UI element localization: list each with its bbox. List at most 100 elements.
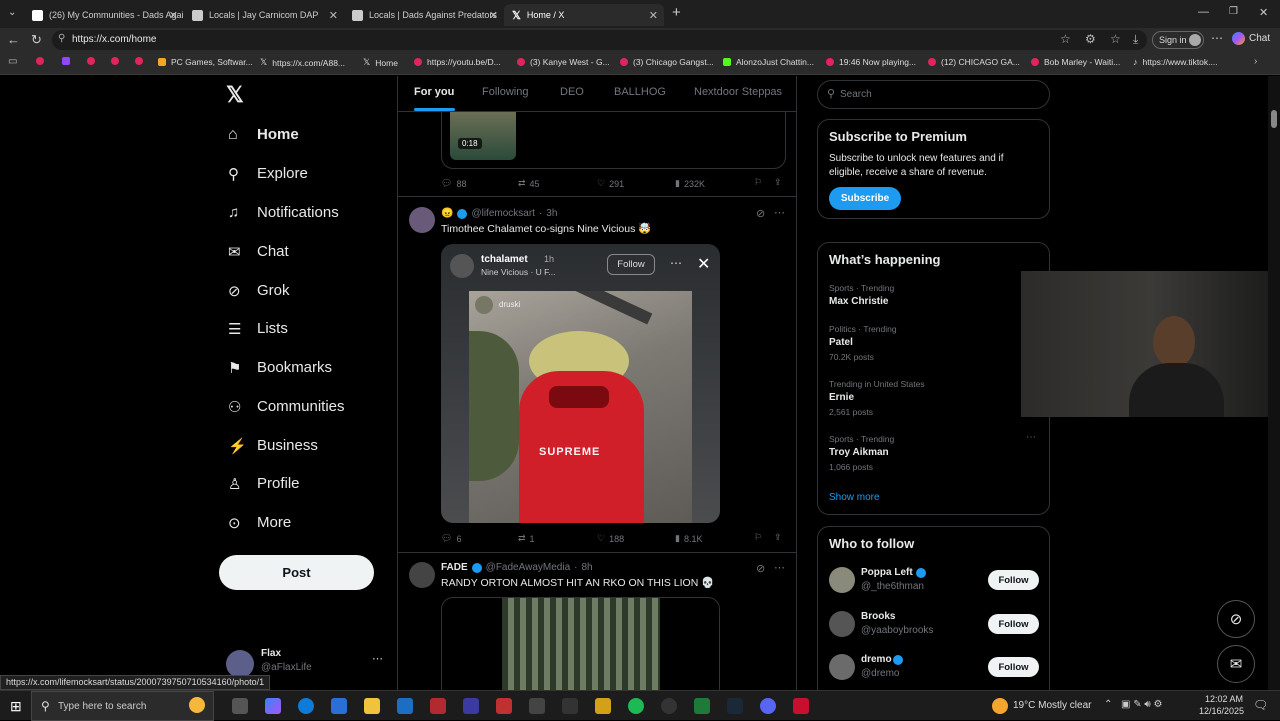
collections-icon[interactable]: ☆ [1110,32,1121,46]
repost-stat[interactable]: ⇄ 45 [518,178,540,189]
favorites-star-icon[interactable]: ☆ [1060,32,1071,46]
nav-more[interactable]: ⊙ More [228,510,291,534]
bookmarks-overflow-icon[interactable]: › [1254,56,1257,67]
nav-business[interactable]: ⚡ Business [228,433,318,457]
tab-for-you[interactable]: For you [414,86,454,98]
follow-button[interactable]: Follow [988,614,1039,634]
search-input[interactable]: ⚲ Search [817,80,1050,109]
url-field[interactable]: ⚲ https://x.com/home [52,30,1147,50]
tweet-time[interactable]: 3h [546,208,557,219]
video-frame[interactable]: druski SUPREME [469,291,692,523]
maximize-icon[interactable]: ❐ [1229,6,1238,17]
bookmark-now-playing[interactable]: 19:46 Now playing... [826,57,916,67]
trend-name[interactable]: Troy Aikman [829,447,889,458]
app-icon[interactable] [463,698,479,714]
reply-stat[interactable]: 💬︎ 6 [441,533,461,544]
app-icon[interactable] [793,698,809,714]
nav-home[interactable]: ⌂ Home [228,122,299,146]
spotify-icon[interactable] [628,698,644,714]
avatar[interactable] [829,654,855,680]
bookmarks-menu-icon[interactable]: ▭ [8,56,17,67]
bookmark-youtube-4[interactable] [135,57,143,65]
share-icon[interactable]: ⇪ [774,177,782,188]
trend-name[interactable]: Patel [829,337,853,348]
avatar[interactable] [409,562,435,588]
account-more-icon[interactable]: ⋯ [372,652,383,665]
nav-communities[interactable]: ⚇ Communities [228,394,345,418]
close-icon[interactable]: ✕ [329,9,338,22]
tweet-handle[interactable]: @lifemocksart [471,208,535,219]
file-explorer-icon[interactable] [364,698,380,714]
tweet-media[interactable]: tchalamet 1h Nine Vicious · U F... Follo… [441,244,720,523]
app-icon[interactable] [562,698,578,714]
sign-in-button[interactable]: Sign in [1152,31,1204,49]
trend-name[interactable]: Max Christie [829,296,888,307]
close-icon[interactable]: ✕ [169,9,178,22]
close-icon[interactable]: ✕ [489,9,498,22]
tweet-handle[interactable]: @FadeAwayMedia [486,562,570,573]
bookmark-youtube-2[interactable] [87,57,95,65]
tab-home-x[interactable]: 𝕏 Home / X ✕ [504,4,664,26]
more-icon[interactable]: ⋯ [774,206,785,219]
nav-grok[interactable]: ⊘ Grok [228,278,290,302]
follow-name[interactable]: Poppa Left [861,567,913,578]
like-stat[interactable]: ♡ 291 [597,178,624,189]
app-icon[interactable] [496,698,512,714]
obs-icon[interactable] [661,698,677,714]
tab-locals-jay[interactable]: Locals | Jay Carnicom DAP ✕ [184,4,344,26]
app-icon[interactable] [595,698,611,714]
like-stat[interactable]: ♡ 188 [597,533,624,544]
bookmark-icon[interactable]: ⚐ [754,532,762,543]
tab-following[interactable]: Following [482,86,528,98]
bookmark-chicago-ga[interactable]: (12) CHICAGO GA... [928,57,1020,67]
embed-more-icon[interactable]: ⋯ [670,256,682,270]
grok-icon[interactable]: ⊘ [756,207,765,220]
grok-float-button[interactable]: ⊘ [1217,600,1255,638]
views-stat[interactable]: ▮ 8.1K [675,533,702,544]
nav-explore[interactable]: ⚲ Explore [228,161,308,185]
tab-locals-dads[interactable]: Locals | Dads Against Predators ✕ [344,4,504,26]
tray-chevron-icon[interactable]: ⌃ [1104,699,1112,710]
reload-icon[interactable]: ↻ [31,32,42,48]
nav-lists[interactable]: ☰ Lists [228,316,288,340]
trend-name[interactable]: Ernie [829,392,854,403]
minimize-icon[interactable]: — [1198,6,1209,18]
avatar[interactable] [829,567,855,593]
more-icon[interactable]: ⋯ [774,561,785,574]
bookmark-youtube[interactable] [36,57,44,65]
bookmark-home[interactable]: 𝕏 Home [363,57,398,68]
nav-bookmarks[interactable]: ⚑ Bookmarks [228,355,332,379]
app-icon[interactable] [430,698,446,714]
video-thumbnail[interactable]: 0:18 [450,112,516,160]
post-button[interactable]: Post [219,555,374,590]
avatar[interactable] [409,207,435,233]
edge-icon[interactable] [298,698,314,714]
more-menu-icon[interactable]: ⋯ [1211,31,1223,45]
tab-ballhog[interactable]: BALLHOG [614,86,666,98]
follow-name[interactable]: Brooks [861,611,895,622]
scrollbar-thumb[interactable] [1271,110,1277,128]
bookmark-tiktok[interactable]: ♪ https://www.tiktok.... [1133,57,1218,67]
downloads-icon[interactable]: ⤓ [1133,32,1138,47]
page-scrollbar[interactable] [1268,76,1280,690]
nav-profile[interactable]: ♙ Profile [228,471,300,495]
tab-nextdoor-steppas[interactable]: Nextdoor Steppas [694,86,782,98]
weather-icon[interactable] [992,698,1008,714]
tray-icons[interactable]: ▣ ✎ 🔊︎ ⚙ [1121,699,1162,710]
follow-button[interactable]: Follow [988,657,1039,677]
bookmark-x-a88[interactable]: 𝕏https://x.com/A88... [260,57,345,68]
avatar[interactable] [829,611,855,637]
share-icon[interactable]: ⇪ [774,532,782,543]
follow-button[interactable]: Follow [988,570,1039,590]
nav-chat[interactable]: ✉ Chat [228,239,289,263]
close-icon[interactable]: ✕ [697,254,710,274]
back-icon[interactable]: ← [7,32,20,47]
bookmark-youtu-be[interactable]: https://youtu.be/D... [414,57,501,67]
trend-more-icon[interactable]: ⋯ [1026,432,1036,443]
clock-date[interactable]: 12/16/2025 [1199,706,1244,716]
extensions-icon[interactable]: ⚙ [1085,32,1096,46]
steam-icon[interactable] [727,698,743,714]
new-tab-icon[interactable]: + [672,4,681,21]
bookmark-alonzo[interactable]: AlonzoJust Chattin... [723,57,814,67]
bookmark-icon[interactable]: ⚐ [754,177,762,188]
